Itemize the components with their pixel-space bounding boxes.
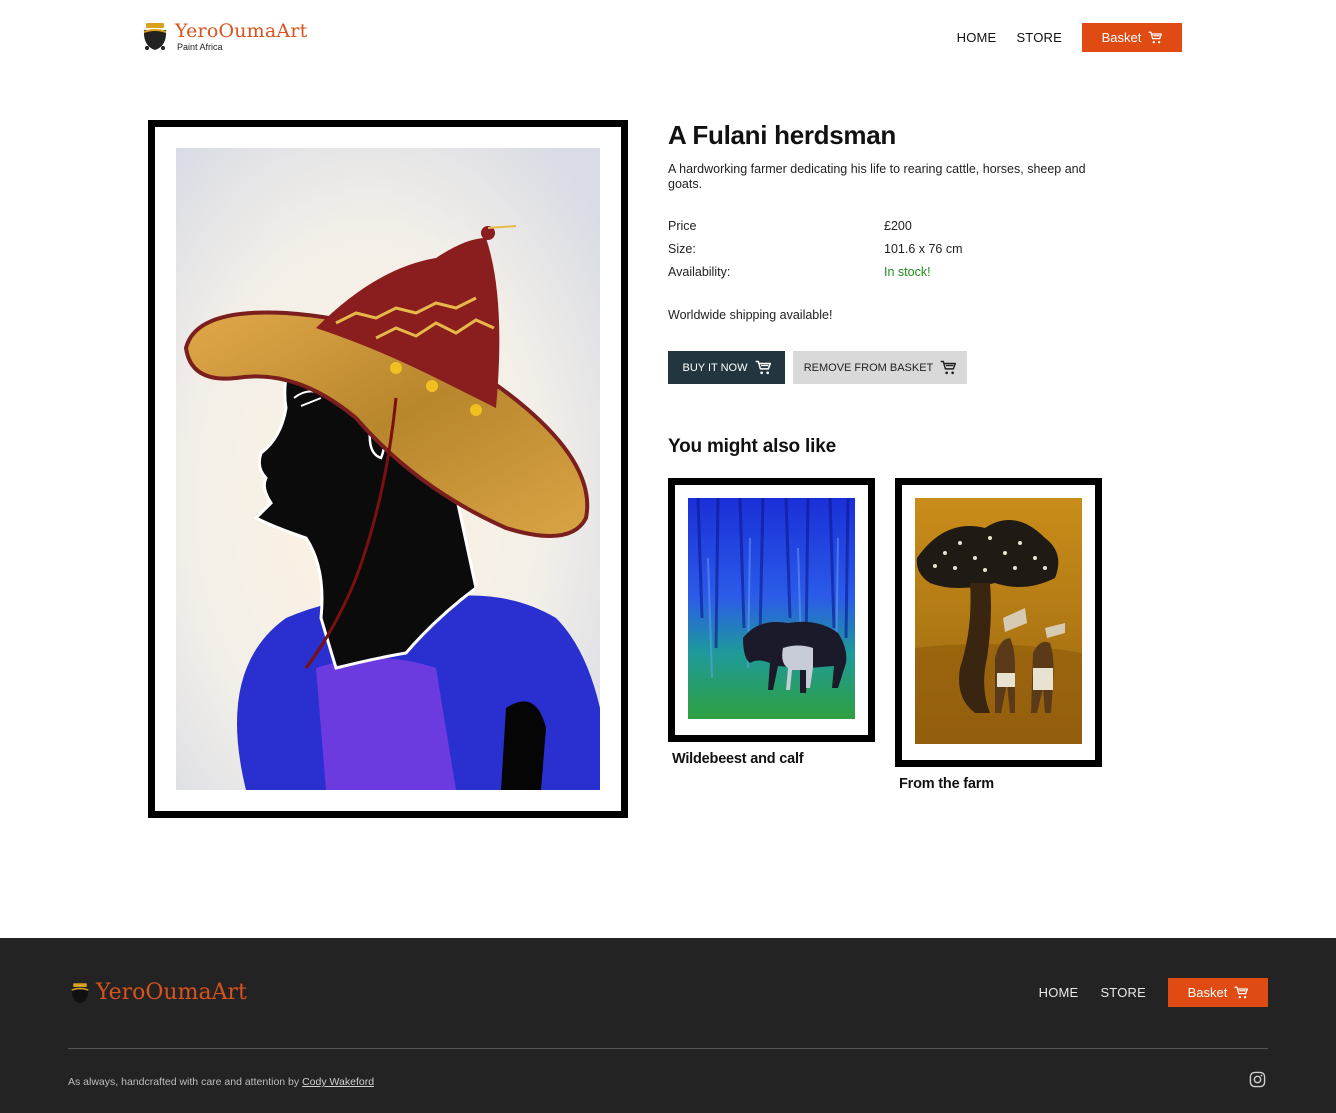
size-value: 101.6 x 76 cm [884, 242, 963, 256]
recommendation-card[interactable]: Wildebeest and calf [668, 478, 875, 767]
recommendation-frame [668, 478, 875, 742]
recommendation-title: Wildebeest and calf [672, 751, 804, 767]
footer-divider [68, 1048, 1268, 1049]
main-artwork-image [176, 148, 600, 790]
basket-label: Basket [1101, 30, 1142, 45]
product-specs: Price £200 Size: 101.6 x 76 cm Availabil… [668, 215, 1108, 284]
pot-logo-icon [71, 982, 89, 1003]
cart-icon [755, 360, 771, 375]
basket-button[interactable]: Basket [1082, 23, 1182, 52]
credit-text: As always, handcrafted with care and att… [68, 1076, 300, 1088]
main-artwork-frame [148, 120, 628, 818]
instagram-icon[interactable] [1249, 1071, 1266, 1088]
spec-row-availability: Availability: In stock! [668, 261, 1108, 284]
site-footer: YeroOumaArt HOME STORE Basket As always,… [0, 938, 1336, 1113]
cart-icon [1234, 986, 1249, 999]
cart-icon [1148, 31, 1163, 44]
spec-label: Availability: [668, 265, 731, 279]
price-value: £200 [884, 219, 912, 233]
recommendation-title: From the farm [899, 776, 994, 792]
recommendation-image [688, 498, 855, 719]
basket-label: Basket [1187, 985, 1228, 1000]
recommendation-image [915, 498, 1082, 744]
footer-basket-button[interactable]: Basket [1168, 978, 1268, 1007]
product-details: A Fulani herdsman A hardworking farmer d… [668, 118, 1108, 808]
recommendations-list: Wildebeest and calf From the farm [668, 478, 1108, 808]
site-header: YeroOumaArt Paint Africa HOME STORE Bask… [0, 0, 1336, 76]
footer-logo-name: YeroOumaArt [96, 980, 247, 1005]
footer-nav: HOME STORE Basket [1039, 978, 1268, 1007]
product-actions: BUY IT NOW REMOVE FROM BASKET [668, 351, 1108, 384]
recommendations-heading: You might also like [668, 436, 836, 457]
buy-now-label: BUY IT NOW [682, 361, 748, 374]
remove-label: REMOVE FROM BASKET [803, 361, 934, 374]
main-nav: HOME STORE Basket [957, 23, 1182, 52]
logo-name: YeroOumaArt [175, 20, 308, 42]
spec-row-price: Price £200 [668, 215, 1108, 238]
spec-label: Size: [668, 242, 696, 256]
footer-store-link[interactable]: STORE [1100, 985, 1146, 1000]
shipping-note: Worldwide shipping available! [668, 308, 833, 322]
buy-now-button[interactable]: BUY IT NOW [668, 351, 785, 384]
product-title: A Fulani herdsman [668, 120, 896, 150]
footer-credit: As always, handcrafted with care and att… [68, 1076, 374, 1088]
site-logo[interactable]: YeroOumaArt Paint Africa [141, 20, 307, 52]
availability-value: In stock! [884, 265, 931, 279]
footer-home-link[interactable]: HOME [1039, 985, 1079, 1000]
recommendation-frame [895, 478, 1102, 767]
product-description: A hardworking farmer dedicating his life… [668, 162, 1086, 191]
cart-icon [940, 360, 957, 375]
credit-author-link[interactable]: Cody Wakeford [302, 1076, 374, 1088]
spec-label: Price [668, 219, 697, 233]
nav-home-link[interactable]: HOME [957, 30, 997, 45]
footer-logo[interactable]: YeroOumaArt [68, 980, 247, 1005]
nav-store-link[interactable]: STORE [1016, 30, 1062, 45]
spec-row-size: Size: 101.6 x 76 cm [668, 238, 1108, 261]
remove-from-basket-button[interactable]: REMOVE FROM BASKET [793, 351, 967, 384]
logo-tagline: Paint Africa [177, 42, 223, 52]
pot-logo-icon [141, 20, 169, 52]
recommendation-card[interactable]: From the farm [895, 478, 1102, 792]
